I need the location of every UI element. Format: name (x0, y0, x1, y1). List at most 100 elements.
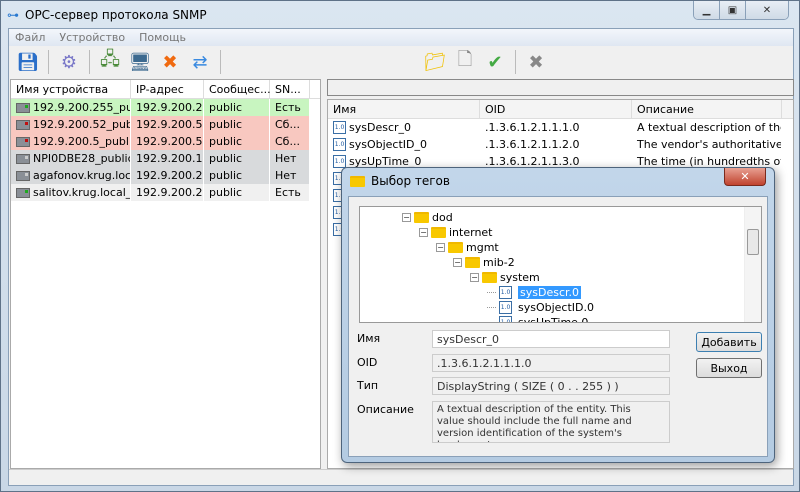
delete-tag-icon[interactable]: ✖ (523, 49, 549, 75)
col-oid[interactable]: OID (480, 100, 632, 118)
add-tag-icon[interactable]: 🗋︎ (452, 49, 478, 75)
device-row[interactable]: 192.9.200.255_public 192.9.200.2... publ… (11, 99, 320, 116)
save-icon[interactable]: 💾︎ (15, 49, 41, 75)
device-ip: 192.9.200.2... (131, 184, 204, 201)
tree-node[interactable]: − mib-2 (453, 255, 515, 270)
toolbar: 💾︎ ⚙ 🖧︎ 🖥︎ ✖ ⇄ 📁︎ 🗋︎ ✔ ✖ (9, 47, 793, 77)
col-description[interactable]: Описание (632, 100, 782, 118)
title-bar: ⊶ OPC-сервер протокола SNMP (7, 5, 207, 25)
device-community: public (204, 184, 270, 201)
col-device-name[interactable]: Имя устройства (11, 80, 131, 98)
menu-device[interactable]: Устройство (59, 31, 125, 44)
tag-description: A textual description of the ... (632, 119, 782, 136)
oid-label: OID (357, 356, 378, 369)
device-snmp: Нет (270, 150, 310, 167)
folder-icon (482, 272, 497, 283)
device-row[interactable]: 192.9.200.5_public 192.9.200.5 public Сб… (11, 133, 320, 150)
close-button[interactable]: ✕ (746, 1, 788, 19)
maximize-button[interactable]: ▣ (720, 1, 746, 19)
menu-file[interactable]: Файл (15, 31, 45, 44)
collapse-icon[interactable]: − (436, 243, 445, 252)
device-row[interactable]: agafonov.krug.loc... 192.9.200.2... publ… (11, 167, 320, 184)
menu-bar: Файл Устройство Помощь (9, 29, 793, 46)
tree-node[interactable]: 1.0 sysUpTime.0 (487, 315, 589, 323)
collapse-icon[interactable]: − (419, 228, 428, 237)
folder-icon (465, 257, 480, 268)
delete-device-icon[interactable]: ✖ (157, 49, 183, 75)
add-folder-icon[interactable]: 📁︎ (422, 49, 448, 75)
minimize-button[interactable]: ▁ (694, 1, 720, 19)
device-snmp: Сб... (270, 116, 310, 133)
device-icon (16, 170, 30, 181)
menu-help[interactable]: Помощь (139, 31, 186, 44)
device-community: public (204, 150, 270, 167)
collapse-icon[interactable]: − (470, 273, 479, 282)
device-row[interactable]: 192.9.200.52_public 192.9.200.52 public … (11, 116, 320, 133)
device-name: 192.9.200.52_public (33, 118, 130, 131)
device-community: public (204, 99, 270, 116)
tree-node-label: internet (449, 226, 493, 239)
tree-node-label: mib-2 (483, 256, 515, 269)
tree-node[interactable]: − mgmt (436, 240, 499, 255)
device-icon (16, 153, 30, 164)
tree-node-label: sysDescr.0 (518, 286, 581, 299)
tree-node[interactable]: − system (470, 270, 540, 285)
device-icon (16, 136, 30, 147)
refresh-icon[interactable]: ⇄ (187, 49, 213, 75)
tag-row[interactable]: 1.0 sysObjectID_0 .1.3.6.1.2.1.1.2.0 The … (328, 136, 793, 153)
collapse-icon[interactable]: − (453, 258, 462, 267)
folder-icon (431, 227, 446, 238)
folder-icon (414, 212, 429, 223)
tree-scrollbar[interactable] (744, 207, 761, 322)
dialog-title: Выбор тегов (371, 174, 450, 188)
apply-tag-icon[interactable]: ✔ (482, 49, 508, 75)
device-name: 192.9.200.5_public (33, 135, 131, 148)
add-button[interactable]: Добавить (696, 332, 762, 352)
tag-icon: 1.0 (499, 286, 512, 299)
device-community: public (204, 133, 270, 150)
device-list[interactable]: Имя устройства IP-адрес Сообщес... SN...… (10, 79, 321, 469)
device-row[interactable]: salitov.krug.local_... 192.9.200.2... pu… (11, 184, 320, 201)
tree-node-label: system (500, 271, 540, 284)
device-row[interactable]: NPI0DBE28_public 192.9.200.1... public Н… (11, 150, 320, 167)
tag-icon: 1.0 (333, 155, 346, 168)
device-icon (16, 119, 30, 130)
col-tag-name[interactable]: Имя (328, 100, 480, 118)
type-label: Тип (357, 379, 379, 392)
description-field: A textual description of the entity. Thi… (432, 401, 670, 443)
add-network-device-icon[interactable]: 🖧︎ (97, 49, 123, 75)
tree-node[interactable]: 1.0 sysDescr.0 (487, 285, 581, 300)
col-snmp[interactable]: SN... (270, 80, 310, 98)
col-ip[interactable]: IP-адрес (131, 80, 204, 98)
settings-gear-icon[interactable]: ⚙ (56, 49, 82, 75)
tag-name: sysObjectID_0 (349, 138, 428, 151)
tree-node[interactable]: − dod (402, 210, 453, 225)
path-field (327, 79, 794, 96)
collapse-icon[interactable]: − (402, 213, 411, 222)
device-snmp: Сб... (270, 133, 310, 150)
name-input[interactable]: sysDescr_0 (432, 330, 670, 348)
tag-description: The vendor's authoritative i... (632, 136, 782, 153)
tag-icon: 1.0 (333, 121, 346, 134)
exit-button[interactable]: Выход (696, 358, 762, 378)
tree-node[interactable]: − internet (419, 225, 493, 240)
folder-icon (350, 175, 365, 187)
folder-icon (448, 242, 463, 253)
device-ip: 192.9.200.52 (131, 116, 204, 133)
mib-tree[interactable]: − dod − internet − mgmt − mib-2− system 1.0 sysDes… (359, 206, 762, 323)
device-icon (16, 102, 30, 113)
tag-row[interactable]: 1.0 sysDescr_0 .1.3.6.1.2.1.1.1.0 A textu… (328, 119, 793, 136)
description-label: Описание (357, 403, 414, 416)
device-ip: 192.9.200.1... (131, 150, 204, 167)
tree-node-label: mgmt (466, 241, 499, 254)
type-field: DisplayString ( SIZE ( 0 . . 255 ) ) (432, 377, 670, 395)
dialog-close-button[interactable]: ✕ (724, 168, 766, 186)
tree-node-label: dod (432, 211, 453, 224)
col-community[interactable]: Сообщес... (204, 80, 271, 98)
tree-node[interactable]: 1.0 sysObjectID.0 (487, 300, 594, 315)
add-device-icon[interactable]: 🖥︎ (127, 49, 153, 75)
app-icon: ⊶ (7, 8, 19, 22)
device-ip: 192.9.200.2... (131, 99, 204, 116)
tag-oid: .1.3.6.1.2.1.1.2.0 (480, 136, 632, 153)
tree-node-label: sysUpTime.0 (518, 316, 589, 323)
